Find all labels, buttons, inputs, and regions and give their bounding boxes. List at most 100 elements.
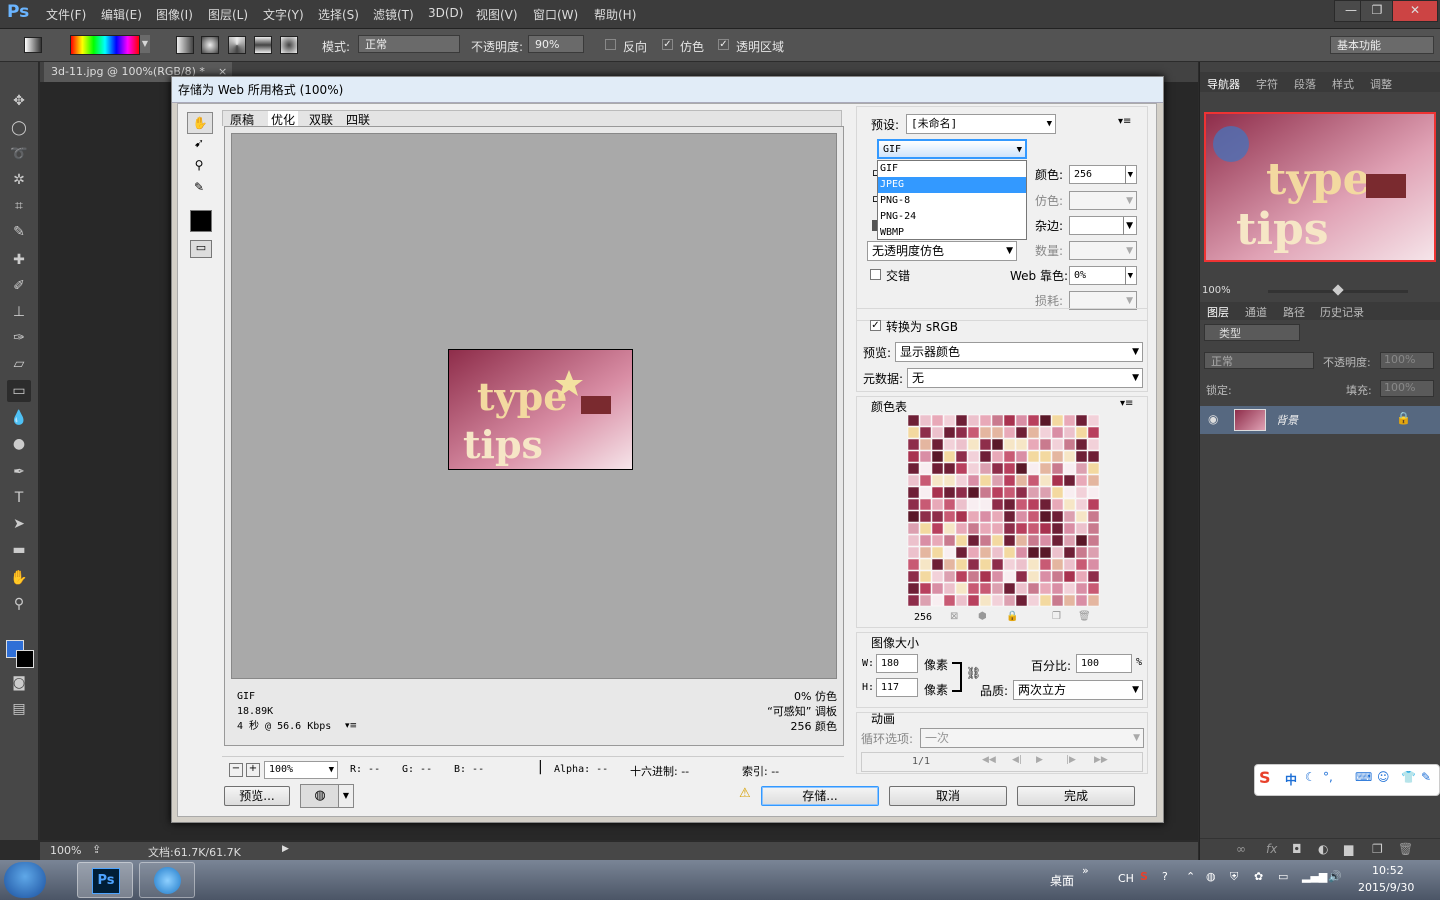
adjustment-layer-icon[interactable]: ◐ <box>1318 842 1328 856</box>
hand-tool-icon[interactable]: ✋ <box>187 112 213 134</box>
layer-filter-select[interactable]: 类型 <box>1204 324 1300 341</box>
color-swatch[interactable] <box>931 522 944 535</box>
color-swatch[interactable] <box>907 570 920 583</box>
color-swatch[interactable] <box>979 510 992 523</box>
color-swatch[interactable] <box>955 414 968 427</box>
color-swatch[interactable] <box>1063 594 1076 607</box>
path-select-icon[interactable]: ➤ <box>7 513 31 535</box>
color-swatch[interactable] <box>1015 534 1028 547</box>
zoom-slider-handle[interactable] <box>1332 284 1344 296</box>
color-swatch[interactable] <box>955 582 968 595</box>
menu-view[interactable]: 视图(V) <box>476 6 518 23</box>
diamond-gradient-icon[interactable] <box>280 36 298 54</box>
color-swatch[interactable] <box>1003 510 1016 523</box>
color-swatch[interactable] <box>907 498 920 511</box>
color-swatch[interactable] <box>955 570 968 583</box>
color-swatch[interactable] <box>1003 582 1016 595</box>
color-swatch[interactable] <box>1003 558 1016 571</box>
color-swatch[interactable] <box>1075 426 1088 439</box>
color-swatch[interactable] <box>967 426 980 439</box>
color-swatch[interactable] <box>1015 438 1028 451</box>
color-swatch[interactable] <box>979 462 992 475</box>
color-swatch[interactable] <box>1063 498 1076 511</box>
color-swatch[interactable] <box>979 450 992 463</box>
color-swatch[interactable] <box>1063 510 1076 523</box>
color-swatch[interactable] <box>919 594 932 607</box>
color-swatch[interactable] <box>1039 594 1052 607</box>
color-swatch[interactable] <box>967 558 980 571</box>
angle-gradient-icon[interactable] <box>228 36 246 54</box>
color-swatch[interactable] <box>967 474 980 487</box>
color-swatch[interactable] <box>991 522 1004 535</box>
color-swatch[interactable] <box>1087 582 1100 595</box>
color-swatch[interactable] <box>1087 486 1100 499</box>
tray-expand-icon[interactable]: ⌃ <box>1186 870 1195 883</box>
link-layers-icon[interactable]: ∞ <box>1236 842 1246 856</box>
color-swatch[interactable] <box>955 450 968 463</box>
crop-tool-icon[interactable]: ⌗ <box>7 195 31 217</box>
color-swatch[interactable] <box>967 594 980 607</box>
color-swatch[interactable] <box>1087 414 1100 427</box>
color-table-grid[interactable] <box>907 414 1101 608</box>
color-swatch[interactable] <box>1063 474 1076 487</box>
color-swatch[interactable] <box>1087 426 1100 439</box>
color-swatch[interactable] <box>907 522 920 535</box>
color-swatch[interactable] <box>1087 558 1100 571</box>
color-swatch[interactable] <box>1087 498 1100 511</box>
color-swatch[interactable] <box>1087 534 1100 547</box>
quality-select[interactable]: 两次立方 ▼ <box>1013 680 1143 700</box>
keyboard-icon[interactable]: ⌨ <box>1355 770 1372 784</box>
color-swatch[interactable] <box>919 498 932 511</box>
navigator-zoom[interactable]: 100% <box>1202 285 1231 296</box>
color-swatch[interactable] <box>967 462 980 475</box>
eyedropper-color-swatch[interactable] <box>190 210 212 232</box>
color-swatch[interactable] <box>1015 498 1028 511</box>
color-swatch[interactable] <box>1051 450 1064 463</box>
color-swatch[interactable] <box>1039 474 1052 487</box>
color-swatch[interactable] <box>1039 438 1052 451</box>
color-swatch[interactable] <box>1027 534 1040 547</box>
color-swatch[interactable] <box>1015 426 1028 439</box>
tab-navigator[interactable]: 导航器 <box>1207 76 1240 92</box>
color-swatch[interactable] <box>967 498 980 511</box>
transparency-dither-select[interactable]: 无透明度仿色 ▼ <box>867 241 1017 261</box>
color-swatch[interactable] <box>967 414 980 427</box>
color-swatch[interactable] <box>1003 594 1016 607</box>
color-swatch[interactable] <box>1051 582 1064 595</box>
color-swatch[interactable] <box>931 450 944 463</box>
color-swatch[interactable] <box>931 426 944 439</box>
reflected-gradient-icon[interactable] <box>254 36 272 54</box>
color-swatch[interactable] <box>1051 510 1064 523</box>
interlaced-checkbox[interactable] <box>870 269 881 280</box>
color-swatch[interactable] <box>1039 498 1052 511</box>
navigator-preview[interactable]: type tips <box>1204 112 1436 262</box>
color-swatch[interactable] <box>943 570 956 583</box>
tab-adjustments[interactable]: 调整 <box>1370 76 1392 92</box>
color-swatch[interactable] <box>1051 414 1064 427</box>
color-swatch[interactable] <box>919 534 932 547</box>
color-swatch[interactable] <box>1075 474 1088 487</box>
color-swatch[interactable] <box>1039 546 1052 559</box>
preview-mode-select[interactable]: 显示器颜色 ▼ <box>895 342 1143 362</box>
color-swatch[interactable] <box>1027 594 1040 607</box>
color-swatch[interactable] <box>1051 534 1064 547</box>
convert-srgb-checkbox[interactable]: ✓ <box>870 320 881 331</box>
color-swatch[interactable] <box>1039 426 1052 439</box>
workspace-select[interactable]: 基本功能 <box>1330 36 1434 54</box>
format-option-png24[interactable]: PNG-24 <box>878 209 1026 225</box>
color-swatch[interactable] <box>967 534 980 547</box>
color-swatch[interactable] <box>931 462 944 475</box>
status-arrow-icon[interactable]: ▶ <box>282 844 289 854</box>
color-swatch[interactable] <box>931 498 944 511</box>
color-swatch[interactable] <box>1039 486 1052 499</box>
menu-image[interactable]: 图像(I) <box>156 6 193 23</box>
color-swatch[interactable] <box>967 582 980 595</box>
color-swatch[interactable] <box>1051 498 1064 511</box>
color-swatch[interactable] <box>1063 486 1076 499</box>
new-layer-icon[interactable]: ❐ <box>1372 842 1383 856</box>
preview-canvas[interactable]: type tips <box>231 133 837 679</box>
color-swatch[interactable] <box>907 450 920 463</box>
preset-select[interactable]: [未命名] ▼ <box>906 114 1056 134</box>
eraser-tool-icon[interactable]: ▱ <box>7 353 31 375</box>
color-swatch[interactable] <box>979 582 992 595</box>
